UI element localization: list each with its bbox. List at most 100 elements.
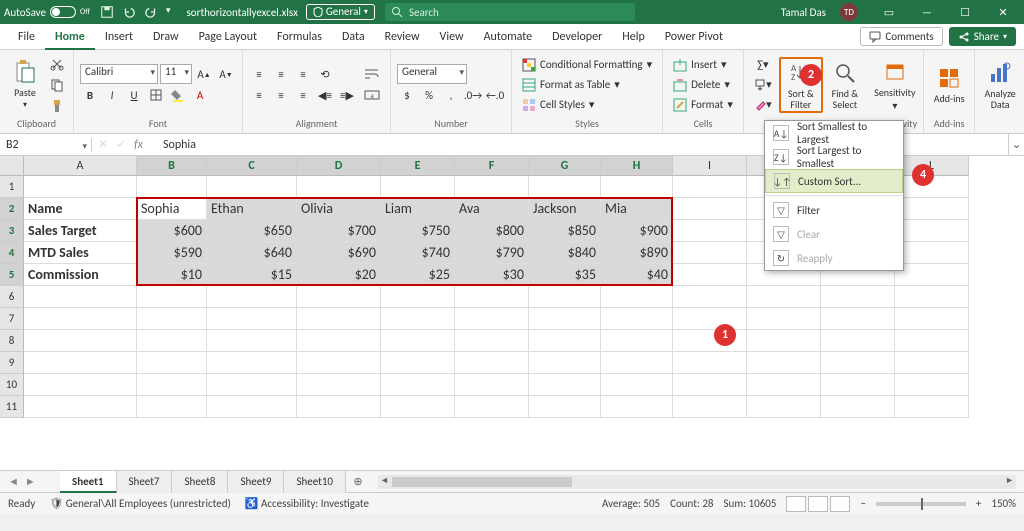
row-header-11[interactable]: 11 <box>0 396 24 418</box>
cell-C7[interactable] <box>207 308 297 330</box>
cell-J9[interactable] <box>747 352 821 374</box>
font-name-combo[interactable]: Calibri <box>80 64 158 84</box>
search-box[interactable]: Search <box>385 3 635 21</box>
border-button[interactable] <box>146 85 166 105</box>
view-buttons[interactable] <box>786 496 850 512</box>
enter-icon[interactable]: ✓ <box>116 137 126 152</box>
autosave-toggle[interactable]: AutoSave Off <box>4 6 90 19</box>
sheet-nav[interactable]: ◄► <box>0 475 60 488</box>
cell-C10[interactable] <box>207 374 297 396</box>
zoom-out-button[interactable]: − <box>860 497 865 510</box>
cell-G3[interactable]: $850 <box>529 220 601 242</box>
percent-button[interactable]: % <box>419 85 439 105</box>
cell-I10[interactable] <box>673 374 747 396</box>
tab-developer[interactable]: Developer <box>542 24 612 50</box>
next-sheet-icon[interactable]: ► <box>25 475 36 488</box>
cell-L8[interactable] <box>895 330 969 352</box>
indent-inc-button[interactable]: ≡▶ <box>337 85 357 105</box>
zoom-slider[interactable] <box>876 502 966 506</box>
cell-L2[interactable] <box>895 198 969 220</box>
cell-D9[interactable] <box>297 352 381 374</box>
cell-B7[interactable] <box>137 308 207 330</box>
cell-I11[interactable] <box>673 396 747 418</box>
addins-button[interactable]: Add-ins <box>930 65 968 104</box>
undo-icon[interactable] <box>122 5 136 19</box>
cell-L4[interactable] <box>895 242 969 264</box>
tab-review[interactable]: Review <box>375 24 430 50</box>
increase-font-button[interactable]: A▲ <box>194 64 214 84</box>
row-header-4[interactable]: 4 <box>0 242 24 264</box>
cell-L10[interactable] <box>895 374 969 396</box>
format-cells-button[interactable]: Format ▾ <box>669 96 737 114</box>
fx-icon[interactable]: fx <box>134 138 143 152</box>
tab-power-pivot[interactable]: Power Pivot <box>655 24 733 50</box>
cell-H1[interactable] <box>601 176 673 198</box>
cell-F9[interactable] <box>455 352 529 374</box>
sensitivity-button[interactable]: Sensitivity▾ <box>876 59 914 111</box>
cell-F3[interactable]: $800 <box>455 220 529 242</box>
minimize-icon[interactable]: — <box>910 0 944 24</box>
tab-help[interactable]: Help <box>612 24 655 50</box>
cell-G5[interactable]: $35 <box>529 264 601 286</box>
copy-button[interactable] <box>47 75 67 95</box>
accounting-button[interactable]: $ <box>397 85 417 105</box>
cell-C3[interactable]: $650 <box>207 220 297 242</box>
cell-J10[interactable] <box>747 374 821 396</box>
cell-H5[interactable]: $40 <box>601 264 673 286</box>
cell-K9[interactable] <box>821 352 895 374</box>
name-box[interactable]: B2 <box>0 138 92 152</box>
sheet-tab-sheet1[interactable]: Sheet1 <box>60 471 117 493</box>
tab-insert[interactable]: Insert <box>95 24 143 50</box>
font-size-combo[interactable]: 11 <box>160 64 192 84</box>
cell-styles-button[interactable]: Cell Styles ▾ <box>518 96 656 114</box>
cell-J11[interactable] <box>747 396 821 418</box>
col-header-I[interactable]: I <box>673 156 747 176</box>
cell-A4[interactable]: MTD Sales <box>24 242 137 264</box>
cell-F8[interactable] <box>455 330 529 352</box>
zoom-level[interactable]: 150% <box>991 497 1016 510</box>
merge-button[interactable]: a <box>360 85 384 105</box>
cell-C5[interactable]: $15 <box>207 264 297 286</box>
tab-formulas[interactable]: Formulas <box>267 24 332 50</box>
clear-button[interactable]: ▾ <box>750 95 776 115</box>
row-header-6[interactable]: 6 <box>0 286 24 308</box>
cell-D10[interactable] <box>297 374 381 396</box>
fill-button[interactable]: ▾ <box>750 75 776 95</box>
cell-E11[interactable] <box>381 396 455 418</box>
cell-J7[interactable] <box>747 308 821 330</box>
tab-page-layout[interactable]: Page Layout <box>189 24 267 50</box>
fill-color-button[interactable] <box>168 85 188 105</box>
row-header-5[interactable]: 5 <box>0 264 24 286</box>
row-header-8[interactable]: 8 <box>0 330 24 352</box>
redo-icon[interactable] <box>144 5 158 19</box>
cell-H3[interactable]: $900 <box>601 220 673 242</box>
cell-G8[interactable] <box>529 330 601 352</box>
cell-B10[interactable] <box>137 374 207 396</box>
cell-E5[interactable]: $25 <box>381 264 455 286</box>
cell-A10[interactable] <box>24 374 137 396</box>
find-select-button[interactable]: Find & Select <box>826 60 864 110</box>
row-header-9[interactable]: 9 <box>0 352 24 374</box>
cell-G7[interactable] <box>529 308 601 330</box>
cell-E2[interactable]: Liam <box>381 198 455 220</box>
cell-I4[interactable] <box>673 242 747 264</box>
save-icon[interactable] <box>100 5 114 19</box>
cell-I1[interactable] <box>673 176 747 198</box>
add-sheet-button[interactable]: ⊕ <box>346 475 370 488</box>
zoom-in-button[interactable]: + <box>976 497 981 510</box>
prev-sheet-icon[interactable]: ◄ <box>8 475 19 488</box>
row-header-7[interactable]: 7 <box>0 308 24 330</box>
align-right-button[interactable]: ≡ <box>293 85 313 105</box>
ribbon-options-icon[interactable]: ▭ <box>872 0 906 24</box>
cell-G1[interactable] <box>529 176 601 198</box>
align-bottom-button[interactable]: ≡ <box>293 64 313 84</box>
page-layout-view-icon[interactable] <box>808 496 828 512</box>
comments-button[interactable]: Comments <box>860 27 942 46</box>
cell-H11[interactable] <box>601 396 673 418</box>
format-as-table-button[interactable]: Format as Table ▾ <box>518 76 656 94</box>
sensitivity-pill[interactable]: General ▾ <box>306 4 375 20</box>
cell-C1[interactable] <box>207 176 297 198</box>
cell-H4[interactable]: $890 <box>601 242 673 264</box>
cell-F1[interactable] <box>455 176 529 198</box>
cell-E9[interactable] <box>381 352 455 374</box>
